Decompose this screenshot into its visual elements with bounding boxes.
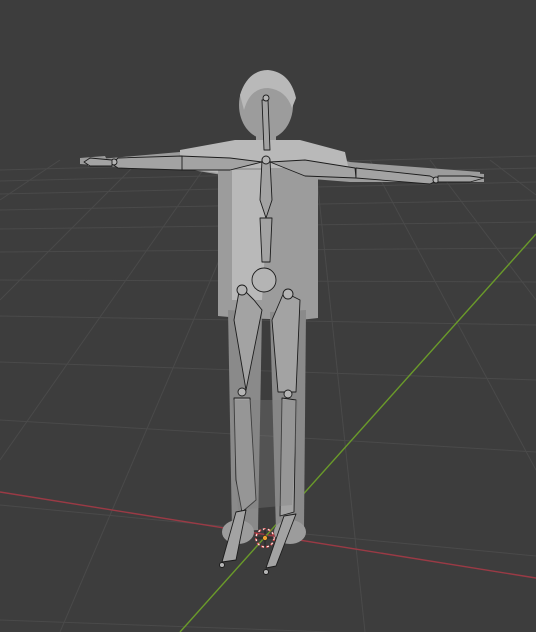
3d-viewport[interactable]: [0, 0, 536, 632]
joint-neck[interactable]: [261, 155, 271, 165]
joint-toe-right[interactable]: [219, 562, 225, 568]
joint-knee-right[interactable]: [237, 387, 247, 397]
bone-shade-legs: [232, 400, 298, 510]
bone-spine-lower[interactable]: [259, 217, 273, 263]
bone-forearm-right[interactable]: [83, 157, 113, 167]
joint-hip-left[interactable]: [282, 288, 294, 300]
joint-hip-right[interactable]: [236, 284, 248, 296]
joint-knee-left[interactable]: [283, 389, 293, 399]
joint-hips[interactable]: [251, 267, 277, 293]
joint-head-top[interactable]: [262, 94, 270, 102]
bone-upperarm-right[interactable]: [111, 155, 183, 171]
joint-toe-left[interactable]: [263, 569, 269, 575]
object-origin-dot: [262, 535, 268, 541]
